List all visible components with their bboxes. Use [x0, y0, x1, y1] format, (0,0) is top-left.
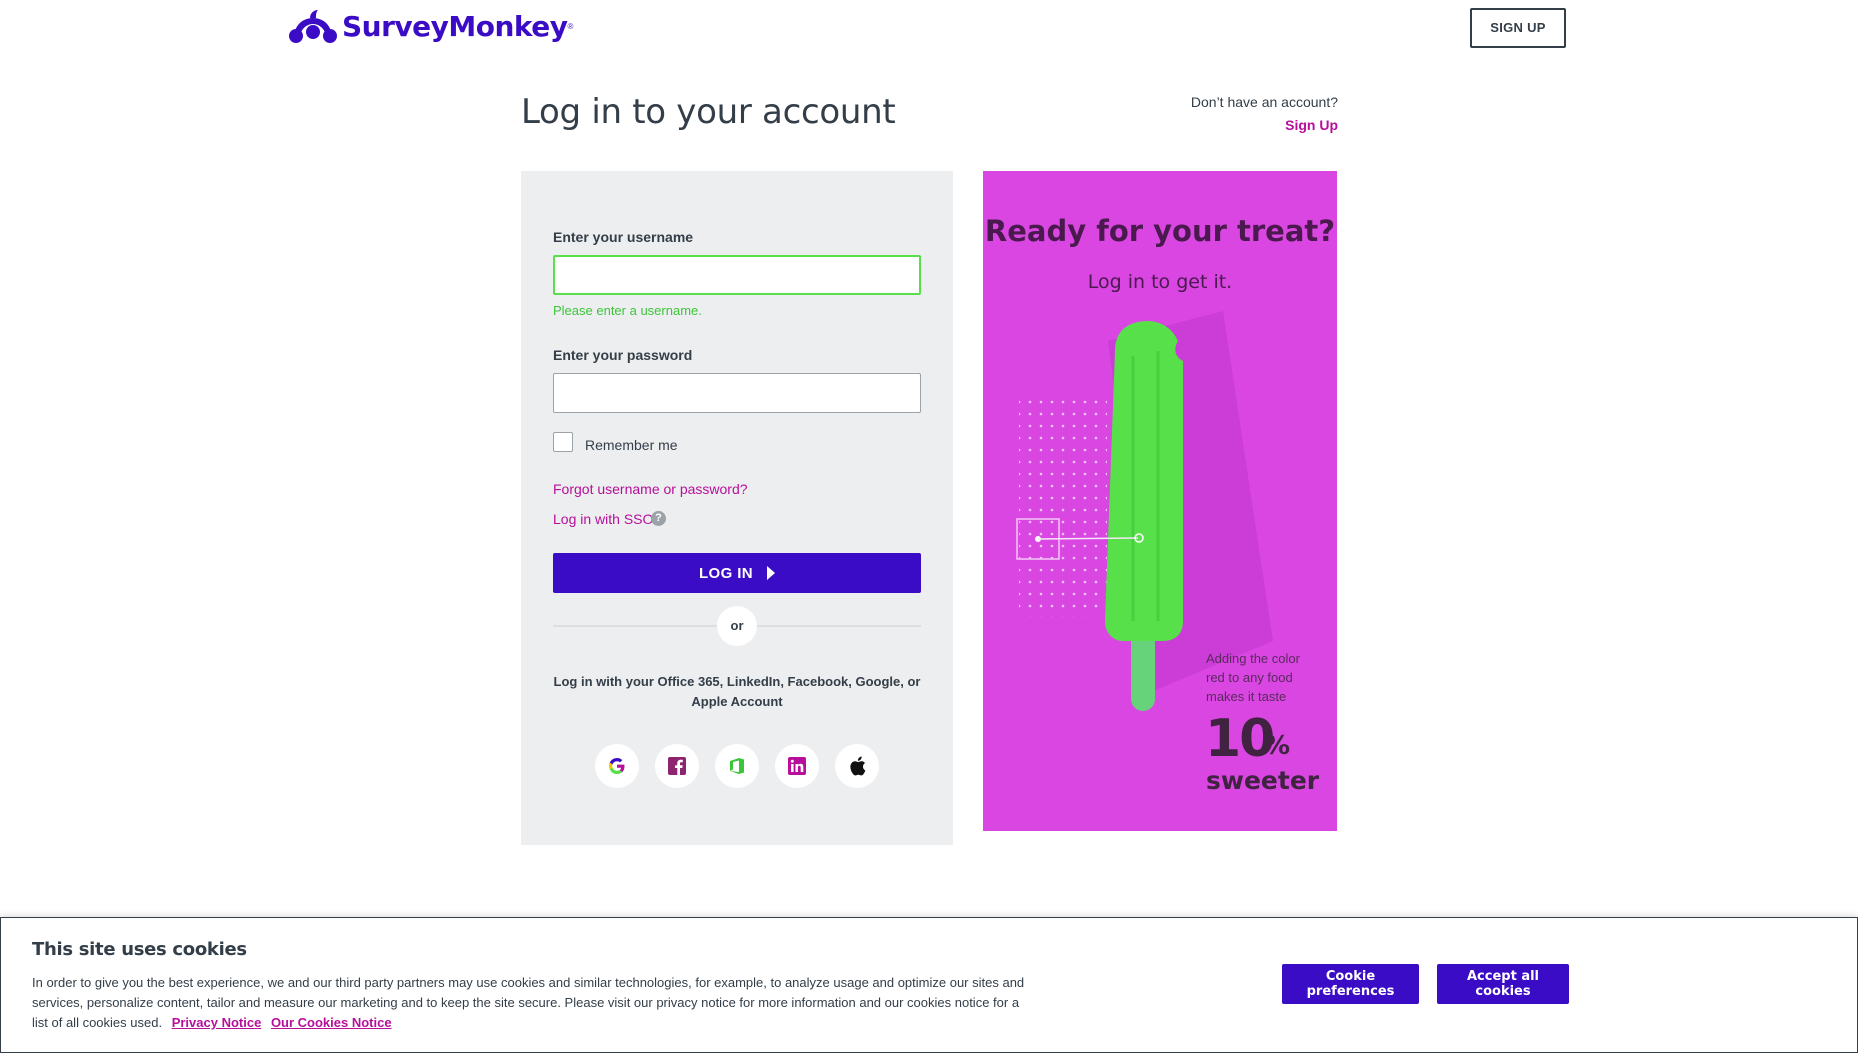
login-panel: Enter your username Please enter a usern…: [521, 171, 953, 845]
linkedin-icon: [788, 757, 806, 775]
help-icon[interactable]: ?: [651, 511, 666, 526]
promo-percent: %: [1264, 731, 1291, 761]
arrow-right-icon: [767, 566, 776, 580]
apple-login-button[interactable]: [835, 744, 879, 788]
signup-link[interactable]: Sign Up: [1285, 117, 1338, 133]
login-button-label: LOG IN: [698, 564, 754, 582]
username-error: Please enter a username.: [553, 303, 702, 318]
password-label: Enter your password: [553, 347, 693, 363]
cookie-text: In order to give you the best experience…: [32, 973, 1032, 1033]
promo-fact: Adding the color red to any food makes i…: [1206, 651, 1300, 704]
promo-title: Ready for your treat?: [984, 214, 1336, 248]
accept-cookies-button[interactable]: Accept all cookies: [1437, 964, 1569, 1004]
monkey-logo-icon: [289, 10, 337, 43]
linkedin-login-button[interactable]: [775, 744, 819, 788]
promo-panel: Ready for your treat? Log in to get it. …: [983, 171, 1337, 831]
username-label: Enter your username: [553, 229, 694, 245]
office365-login-button[interactable]: [715, 744, 759, 788]
login-button[interactable]: LOG IN: [553, 553, 921, 593]
or-divider: or: [717, 606, 757, 646]
cookie-title: This site uses cookies: [32, 939, 247, 960]
registered-mark: ®: [567, 21, 574, 31]
promo-word: sweeter: [1206, 766, 1320, 795]
forgot-password-link[interactable]: Forgot username or password?: [553, 481, 748, 497]
social-login-buttons: [595, 744, 879, 788]
cookies-notice-link[interactable]: Our Cookies Notice: [271, 1015, 392, 1030]
promo-subtitle: Log in to get it.: [1087, 271, 1233, 293]
google-icon: [609, 758, 625, 774]
no-account-text: Don’t have an account?: [1190, 94, 1338, 110]
facebook-icon: [668, 757, 686, 775]
remember-me-checkbox[interactable]: [553, 432, 573, 452]
brand-name: SurveyMonkey: [342, 9, 568, 43]
sso-login-link[interactable]: Log in with SSO: [553, 511, 653, 527]
username-input[interactable]: [553, 255, 921, 295]
privacy-notice-link[interactable]: Privacy Notice: [172, 1015, 262, 1030]
google-login-button[interactable]: [595, 744, 639, 788]
apple-icon: [849, 756, 865, 776]
surveymonkey-logo[interactable]: SurveyMonkey ®: [288, 8, 573, 44]
cookie-banner: This site uses cookies In order to give …: [0, 917, 1858, 1053]
office365-icon: [730, 758, 744, 774]
cookie-preferences-button[interactable]: Cookie preferences: [1282, 964, 1419, 1004]
password-input[interactable]: [553, 373, 921, 413]
remember-me-label[interactable]: Remember me: [585, 437, 678, 453]
social-login-text: Log in with your Office 365, LinkedIn, F…: [553, 674, 921, 709]
page-title: Log in to your account: [521, 92, 896, 132]
header-signup-button[interactable]: SIGN UP: [1470, 8, 1566, 48]
facebook-login-button[interactable]: [655, 744, 699, 788]
